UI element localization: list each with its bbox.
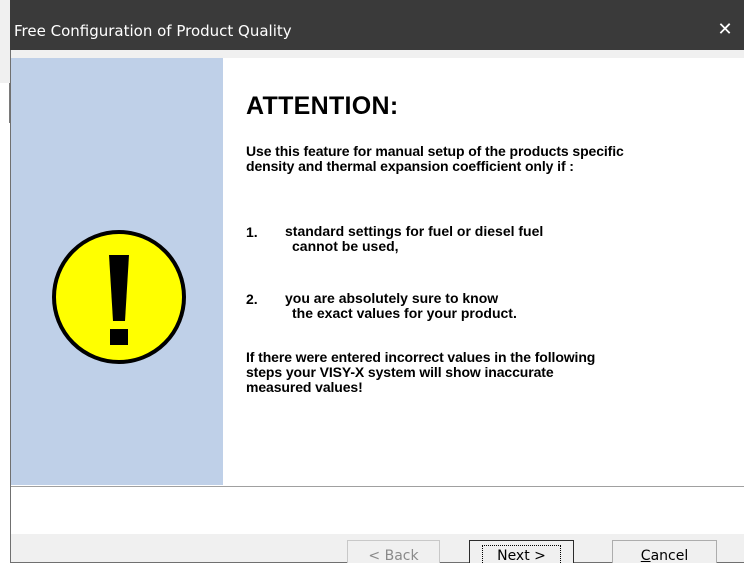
warning-line: steps your VISY-X system will show inacc… (246, 364, 554, 380)
cancel-accelerator: C (640, 548, 651, 563)
intro-line: density and thermal expansion coefficien… (246, 158, 574, 174)
background-window-edge (0, 0, 10, 83)
window-title: Free Configuration of Product Quality (14, 22, 292, 40)
warning-exclamation-icon (52, 230, 186, 364)
warning-line: measured values! (246, 379, 363, 395)
item-number: 1. (246, 224, 258, 240)
list-item: you are absolutely sure to know the exac… (285, 291, 517, 321)
intro-paragraph: Use this feature for manual setup of the… (246, 144, 624, 174)
attention-heading: ATTENTION: (246, 92, 399, 120)
close-icon[interactable]: ✕ (706, 10, 744, 48)
back-button[interactable]: < Back (347, 540, 440, 563)
list-item-line: cannot be used, (292, 238, 399, 254)
wizard-content: ATTENTION: Use this feature for manual s… (11, 58, 744, 534)
next-button-label: Next > (482, 545, 561, 563)
warning-line: If there were entered incorrect values i… (246, 349, 596, 365)
list-item-line: the exact values for your product. (292, 305, 517, 321)
list-item: standard settings for fuel or diesel fue… (285, 224, 543, 254)
list-item-line: standard settings for fuel or diesel fue… (285, 223, 544, 239)
back-button-label: < Back (368, 548, 419, 563)
warning-paragraph: If there were entered incorrect values i… (246, 350, 595, 395)
wizard-side-banner (11, 58, 223, 485)
intro-line: Use this feature for manual setup of the… (246, 143, 624, 159)
cancel-button-label: ancel (650, 548, 689, 563)
list-item-line: you are absolutely sure to know (285, 290, 499, 306)
next-button[interactable]: Next > (469, 540, 574, 563)
title-bar[interactable]: Free Configuration of Product Quality ✕ (10, 0, 744, 50)
cancel-button[interactable]: Cancel (612, 540, 717, 563)
wizard-dialog: ATTENTION: Use this feature for manual s… (10, 50, 744, 563)
footer-separator (11, 486, 744, 488)
item-number: 2. (246, 291, 258, 307)
